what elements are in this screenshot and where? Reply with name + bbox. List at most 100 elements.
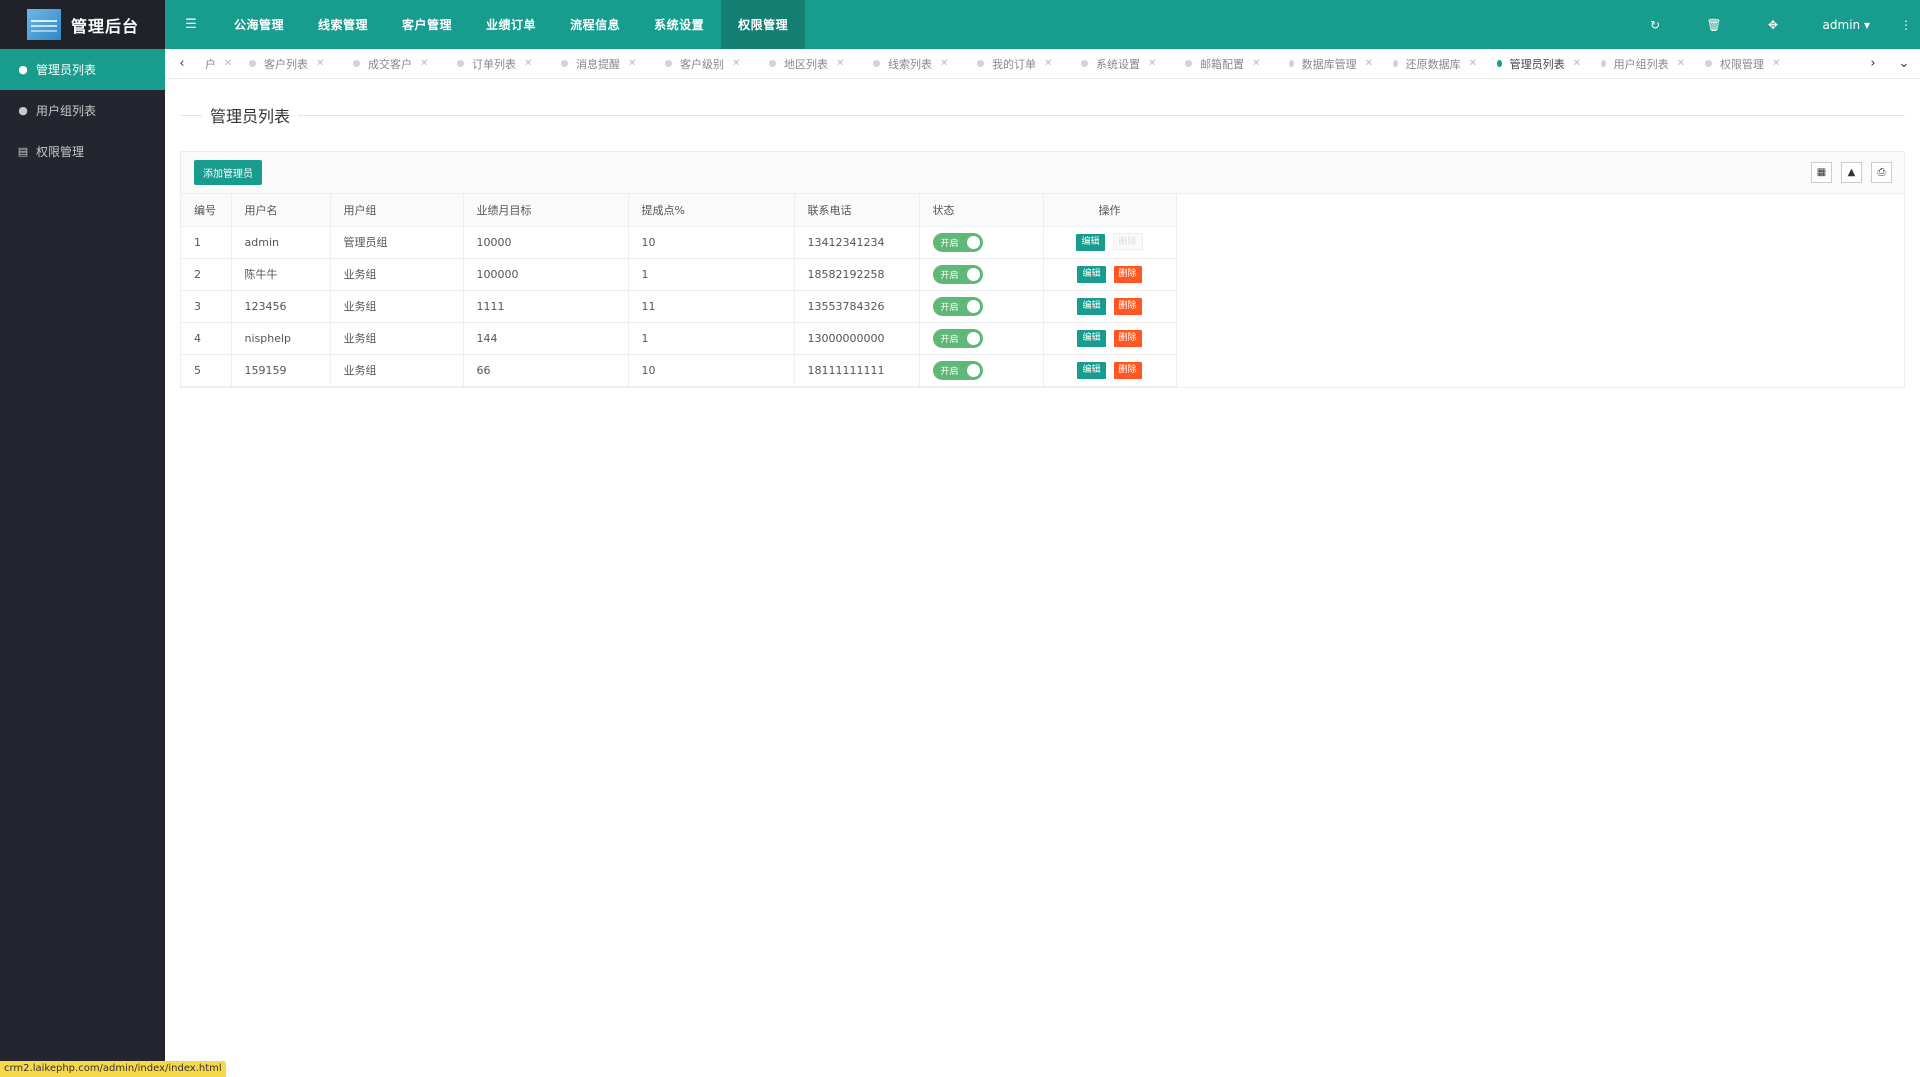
col-header-status[interactable]: 状态 <box>919 194 1044 227</box>
tab-user-group-list[interactable]: 用户组列表 ✕ <box>1591 49 1695 79</box>
print-icon[interactable]: ⎙ <box>1871 162 1892 183</box>
close-icon[interactable]: ✕ <box>420 58 428 69</box>
close-icon[interactable]: ✕ <box>1044 58 1052 69</box>
tab-lead-list[interactable]: 线索列表 ✕ <box>863 49 967 79</box>
sidebar-item-admin-list[interactable]: ● 管理员列表 <box>0 49 165 90</box>
tab-dot <box>665 60 672 67</box>
cell-commission: 1 <box>628 258 795 291</box>
nav-item-permissions[interactable]: 权限管理 <box>721 0 806 49</box>
tab-reminders[interactable]: 消息提醒 ✕ <box>551 49 655 79</box>
table-header-row: 编号 用户名 用户组 业绩月目标 提成点% 联系电话 状态 操作 <box>181 194 1177 227</box>
tab-admin-list[interactable]: 管理员列表 ✕ <box>1487 49 1591 79</box>
delete-button[interactable]: 删除 <box>1113 265 1142 283</box>
close-icon[interactable]: ✕ <box>524 58 532 69</box>
cell-status: 开启 <box>919 226 1044 259</box>
nav-item-system-settings[interactable]: 系统设置 <box>637 0 721 49</box>
nav-item-customers[interactable]: 客户管理 <box>385 0 469 49</box>
cell-target: 100000 <box>463 258 629 291</box>
logo[interactable]: 管理后台 <box>0 0 165 49</box>
tab-region-list[interactable]: 地区列表 ✕ <box>759 49 863 79</box>
tab-label: 还原数据库 <box>1405 57 1461 71</box>
close-icon[interactable]: ✕ <box>224 58 232 69</box>
tab-database[interactable]: 数据库管理 ✕ <box>1279 49 1383 79</box>
close-icon[interactable]: ✕ <box>1772 58 1780 69</box>
close-icon[interactable]: ✕ <box>940 58 948 69</box>
tab-label: 订单列表 <box>472 57 516 71</box>
close-icon[interactable]: ✕ <box>316 58 324 69</box>
edit-button[interactable]: 编辑 <box>1077 329 1106 347</box>
tab-mail-config[interactable]: 邮箱配置 ✕ <box>1175 49 1279 79</box>
cell-phone: 18111111111 <box>794 354 920 387</box>
sidebar-item-permissions[interactable]: ▤ 权限管理 <box>0 131 165 172</box>
close-icon[interactable]: ✕ <box>1252 58 1260 69</box>
col-header-target[interactable]: 业绩月目标 <box>463 194 629 227</box>
close-icon[interactable]: ✕ <box>732 58 740 69</box>
refresh-icon[interactable]: ↻ <box>1626 18 1685 32</box>
delete-button[interactable]: 删除 <box>1113 329 1142 347</box>
cell-commission: 10 <box>628 226 795 259</box>
cell-status: 开启 <box>919 322 1044 355</box>
col-header-actions: 操作 <box>1043 194 1177 227</box>
delete-button[interactable]: 删除 <box>1113 297 1142 315</box>
export-icon[interactable]: ▲ <box>1841 162 1862 183</box>
tab-partial[interactable]: 户 ✕ <box>199 49 239 79</box>
user-name: admin <box>1822 17 1861 32</box>
col-header-commission[interactable]: 提成点% <box>628 194 795 227</box>
tab-system-settings[interactable]: 系统设置 ✕ <box>1071 49 1175 79</box>
edit-button[interactable]: 编辑 <box>1076 234 1105 251</box>
cell-status: 开启 <box>919 290 1044 323</box>
delete-button[interactable]: 删除 <box>1113 361 1142 379</box>
cell-actions: 编辑 删除 <box>1043 290 1177 323</box>
table-row: 4 nisphelp 业务组 144 1 13000000000 开启 编辑 删除 <box>181 322 1177 355</box>
nav-item-orders[interactable]: 业绩订单 <box>469 0 553 49</box>
cell-group: 业务组 <box>330 322 464 355</box>
edit-button[interactable]: 编辑 <box>1077 265 1106 283</box>
nav-item-workflow[interactable]: 流程信息 <box>553 0 637 49</box>
status-switch[interactable]: 开启 <box>932 264 983 284</box>
close-icon[interactable]: ✕ <box>1365 58 1373 69</box>
col-header-username[interactable]: 用户名 <box>231 194 331 227</box>
more-vertical-icon[interactable]: ⋮ <box>1892 18 1920 32</box>
tab-customer-list[interactable]: 客户列表 ✕ <box>239 49 343 79</box>
tab-dot <box>1081 60 1088 67</box>
trash-icon[interactable]: 🗑 <box>1685 18 1744 32</box>
cell-id: 4 <box>181 322 232 355</box>
user-menu[interactable]: admin ▾ <box>1803 18 1892 32</box>
tab-scroll-left-icon[interactable]: ‹ <box>165 56 199 71</box>
close-icon[interactable]: ✕ <box>628 58 636 69</box>
status-switch[interactable]: 开启 <box>932 328 983 348</box>
nav-item-leads[interactable]: 线索管理 <box>301 0 385 49</box>
close-icon[interactable]: ✕ <box>1573 58 1581 69</box>
tab-closed-customers[interactable]: 成交客户 ✕ <box>343 49 447 79</box>
tab-menu-chevron-down-icon[interactable]: ⌄ <box>1888 56 1920 71</box>
tab-customer-level[interactable]: 客户级别 ✕ <box>655 49 759 79</box>
tab-label: 成交客户 <box>368 57 412 71</box>
status-switch[interactable]: 开启 <box>932 232 983 252</box>
add-admin-button[interactable]: 添加管理员 <box>194 160 262 185</box>
tab-my-orders[interactable]: 我的订单 ✕ <box>967 49 1071 79</box>
sidebar-item-user-group-list[interactable]: ● 用户组列表 <box>0 90 165 131</box>
nav-item-public-pool[interactable]: 公海管理 <box>217 0 301 49</box>
columns-filter-icon[interactable]: ▦ <box>1811 162 1832 183</box>
tab-order-list[interactable]: 订单列表 ✕ <box>447 49 551 79</box>
edit-button[interactable]: 编辑 <box>1077 297 1106 315</box>
fullscreen-icon[interactable]: ✥ <box>1744 18 1803 32</box>
cell-username: nisphelp <box>231 322 331 355</box>
status-switch[interactable]: 开启 <box>932 360 983 380</box>
status-switch[interactable]: 开启 <box>932 296 983 316</box>
edit-button[interactable]: 编辑 <box>1077 361 1106 379</box>
close-icon[interactable]: ✕ <box>836 58 844 69</box>
col-header-id[interactable]: 编号 <box>181 194 232 227</box>
close-icon[interactable]: ✕ <box>1677 58 1685 69</box>
close-icon[interactable]: ✕ <box>1148 58 1156 69</box>
tab-label: 邮箱配置 <box>1200 57 1244 71</box>
cell-id: 3 <box>181 290 232 323</box>
col-header-phone[interactable]: 联系电话 <box>794 194 920 227</box>
table-row: 3 123456 业务组 1111 11 13553784326 开启 编辑 删除 <box>181 290 1177 323</box>
menu-toggle-icon[interactable]: ☰ <box>165 0 217 49</box>
tab-permissions[interactable]: 权限管理 ✕ <box>1695 49 1799 79</box>
col-header-group[interactable]: 用户组 <box>330 194 464 227</box>
tab-restore-database[interactable]: 还原数据库 ✕ <box>1383 49 1487 79</box>
tab-scroll-right-icon[interactable]: › <box>1858 56 1888 71</box>
close-icon[interactable]: ✕ <box>1469 58 1477 69</box>
